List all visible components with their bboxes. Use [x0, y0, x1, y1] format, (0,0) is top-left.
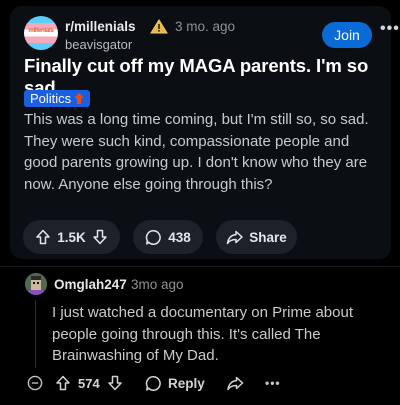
flair-arrow-icon — [74, 93, 85, 104]
collapse-icon[interactable] — [27, 370, 43, 396]
comment-age: 3mo ago — [131, 277, 184, 292]
comment-share-icon[interactable] — [226, 370, 244, 396]
reply-button[interactable]: Reply — [145, 370, 205, 396]
comments-button[interactable]: 438 — [133, 220, 203, 254]
reply-icon — [145, 375, 161, 391]
comment-actions: 574 Reply ••• — [0, 370, 400, 396]
comment-author[interactable]: Omglah247 — [54, 277, 127, 292]
post-vote-count: 1.5K — [57, 229, 86, 245]
post-author[interactable]: beavisgator — [65, 37, 132, 52]
upvote-icon[interactable] — [35, 229, 51, 245]
join-button[interactable]: Join — [322, 22, 372, 48]
share-icon — [226, 230, 243, 245]
divider — [0, 266, 400, 267]
post-age: 3 mo. ago — [175, 19, 236, 34]
comment-more-icon[interactable]: ••• — [265, 370, 281, 396]
comment: Omglah247 3mo ago I just watched a docum… — [0, 268, 400, 405]
post-header: millenials r/millenials 3 mo. ago beavis… — [24, 14, 399, 54]
comment-upvote-icon[interactable] — [55, 370, 71, 396]
reply-label: Reply — [168, 375, 205, 391]
post-flair[interactable]: Politics — [24, 90, 91, 107]
comment-vote-count: 574 — [78, 375, 100, 391]
comment-body: I just watched a documentary on Prime ab… — [52, 304, 353, 364]
comment-avatar[interactable] — [25, 273, 47, 295]
comment-downvote-icon[interactable] — [107, 370, 123, 396]
warning-icon — [150, 19, 168, 34]
post-body: This was a long time coming, but I'm sti… — [24, 111, 369, 193]
vote-control: 1.5K — [23, 220, 120, 254]
share-button[interactable]: Share — [216, 220, 297, 254]
thread-line[interactable] — [35, 300, 36, 368]
post-card: millenials r/millenials 3 mo. ago beavis… — [10, 6, 399, 259]
flair-label: Politics — [30, 91, 72, 106]
subreddit-name[interactable]: r/millenials — [65, 19, 136, 34]
share-label: Share — [249, 229, 287, 245]
comment-count: 438 — [168, 229, 191, 245]
comment-icon — [145, 229, 162, 246]
subreddit-avatar-label: millenials — [28, 28, 54, 34]
downvote-icon[interactable] — [92, 229, 108, 245]
more-options-button[interactable]: ••• — [380, 20, 400, 46]
subreddit-avatar[interactable]: millenials — [24, 16, 58, 50]
